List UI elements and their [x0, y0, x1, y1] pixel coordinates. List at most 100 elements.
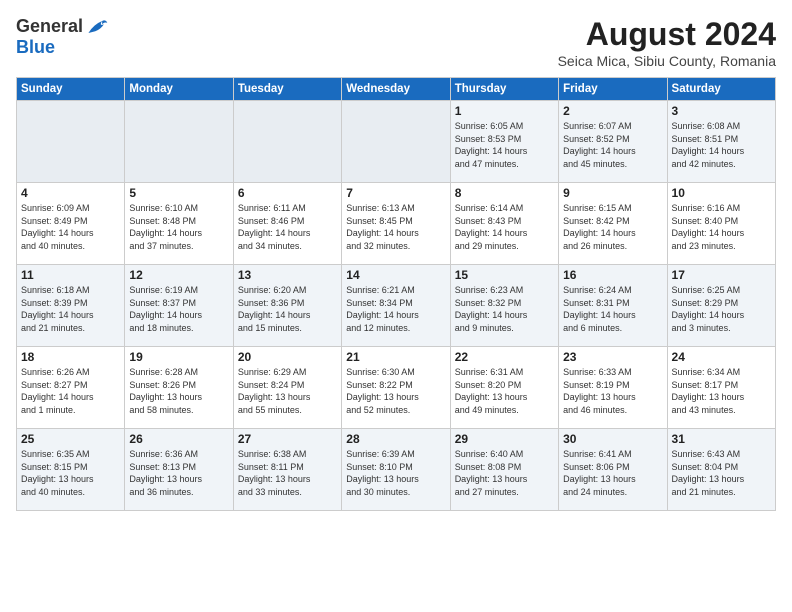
- day-cell-11: 11 Sunrise: 6:18 AM Sunset: 8:39 PM Dayli…: [17, 265, 125, 347]
- day-cell-4: 4Sunrise: 6:09 AM Sunset: 8:49 PM Daylig…: [17, 183, 125, 265]
- col-monday: Monday: [125, 78, 233, 101]
- calendar-table: Sunday Monday Tuesday Wednesday Thursday…: [16, 77, 776, 511]
- day-number: 12: [129, 268, 228, 282]
- day-number: 14: [346, 268, 445, 282]
- empty-cell: [125, 101, 233, 183]
- day-info: Sunrise: 6:18 AM Sunset: 8:39 PM Dayligh…: [21, 284, 120, 334]
- location: Seica Mica, Sibiu County, Romania: [558, 53, 776, 69]
- week-row-1: 1 Sunrise: 6:05 AM Sunset: 8:53 PM Daylig…: [17, 101, 776, 183]
- week-row-4: 18Sunrise: 6:26 AM Sunset: 8:27 PM Dayli…: [17, 347, 776, 429]
- day-info: Sunrise: 6:38 AM Sunset: 8:11 PM Dayligh…: [238, 448, 337, 498]
- day-info: Sunrise: 6:30 AM Sunset: 8:22 PM Dayligh…: [346, 366, 445, 416]
- day-number: 28: [346, 432, 445, 446]
- day-cell-9: 9Sunrise: 6:15 AM Sunset: 8:42 PM Daylig…: [559, 183, 667, 265]
- logo-bird-icon: [85, 17, 109, 37]
- day-cell-30: 30 Sunrise: 6:41 AM Sunset: 8:06 PM Dayli…: [559, 429, 667, 511]
- col-friday: Friday: [559, 78, 667, 101]
- day-number: 30: [563, 432, 662, 446]
- day-info: Sunrise: 6:16 AM Sunset: 8:40 PM Dayligh…: [672, 202, 771, 252]
- day-info: Sunrise: 6:23 AM Sunset: 8:32 PM Dayligh…: [455, 284, 554, 334]
- day-info: Sunrise: 6:11 AM Sunset: 8:46 PM Dayligh…: [238, 202, 337, 252]
- day-number: 1: [455, 104, 554, 118]
- day-cell-1: 1 Sunrise: 6:05 AM Sunset: 8:53 PM Daylig…: [450, 101, 558, 183]
- day-cell-5: 5Sunrise: 6:10 AM Sunset: 8:48 PM Daylig…: [125, 183, 233, 265]
- day-cell-3: 3 Sunrise: 6:08 AM Sunset: 8:51 PM Daylig…: [667, 101, 775, 183]
- day-info: Sunrise: 6:41 AM Sunset: 8:06 PM Dayligh…: [563, 448, 662, 498]
- day-cell-19: 19Sunrise: 6:28 AM Sunset: 8:26 PM Dayli…: [125, 347, 233, 429]
- logo-blue-text: Blue: [16, 37, 55, 57]
- day-info: Sunrise: 6:05 AM Sunset: 8:53 PM Dayligh…: [455, 120, 554, 170]
- day-info: Sunrise: 6:19 AM Sunset: 8:37 PM Dayligh…: [129, 284, 228, 334]
- day-number: 10: [672, 186, 771, 200]
- day-info: Sunrise: 6:28 AM Sunset: 8:26 PM Dayligh…: [129, 366, 228, 416]
- day-info: Sunrise: 6:08 AM Sunset: 8:51 PM Dayligh…: [672, 120, 771, 170]
- day-number: 26: [129, 432, 228, 446]
- day-number: 16: [563, 268, 662, 282]
- day-info: Sunrise: 6:39 AM Sunset: 8:10 PM Dayligh…: [346, 448, 445, 498]
- day-cell-20: 20 Sunrise: 6:29 AM Sunset: 8:24 PM Dayli…: [233, 347, 341, 429]
- day-number: 29: [455, 432, 554, 446]
- day-info: Sunrise: 6:09 AM Sunset: 8:49 PM Dayligh…: [21, 202, 120, 252]
- day-info: Sunrise: 6:34 AM Sunset: 8:17 PM Dayligh…: [672, 366, 771, 416]
- day-info: Sunrise: 6:25 AM Sunset: 8:29 PM Dayligh…: [672, 284, 771, 334]
- day-cell-12: 12 Sunrise: 6:19 AM Sunset: 8:37 PM Dayli…: [125, 265, 233, 347]
- day-cell-27: 27 Sunrise: 6:38 AM Sunset: 8:11 PM Dayli…: [233, 429, 341, 511]
- day-info: Sunrise: 6:33 AM Sunset: 8:19 PM Dayligh…: [563, 366, 662, 416]
- day-cell-2: 2Sunrise: 6:07 AM Sunset: 8:52 PM Daylig…: [559, 101, 667, 183]
- day-cell-28: 28 Sunrise: 6:39 AM Sunset: 8:10 PM Dayli…: [342, 429, 450, 511]
- page: General Blue August 2024 Seica Mica, Sib…: [0, 0, 792, 612]
- day-cell-13: 13 Sunrise: 6:20 AM Sunset: 8:36 PM Dayli…: [233, 265, 341, 347]
- day-number: 20: [238, 350, 337, 364]
- day-number: 22: [455, 350, 554, 364]
- day-number: 17: [672, 268, 771, 282]
- day-info: Sunrise: 6:43 AM Sunset: 8:04 PM Dayligh…: [672, 448, 771, 498]
- day-cell-10: 10 Sunrise: 6:16 AM Sunset: 8:40 PM Dayli…: [667, 183, 775, 265]
- day-number: 13: [238, 268, 337, 282]
- logo: General Blue: [16, 16, 109, 58]
- day-number: 8: [455, 186, 554, 200]
- day-cell-23: 23Sunrise: 6:33 AM Sunset: 8:19 PM Dayli…: [559, 347, 667, 429]
- day-info: Sunrise: 6:26 AM Sunset: 8:27 PM Dayligh…: [21, 366, 120, 416]
- day-info: Sunrise: 6:14 AM Sunset: 8:43 PM Dayligh…: [455, 202, 554, 252]
- day-cell-25: 25 Sunrise: 6:35 AM Sunset: 8:15 PM Dayli…: [17, 429, 125, 511]
- day-cell-31: 31 Sunrise: 6:43 AM Sunset: 8:04 PM Dayli…: [667, 429, 775, 511]
- day-cell-7: 7 Sunrise: 6:13 AM Sunset: 8:45 PM Daylig…: [342, 183, 450, 265]
- day-cell-8: 8 Sunrise: 6:14 AM Sunset: 8:43 PM Daylig…: [450, 183, 558, 265]
- logo-general-text: General: [16, 16, 83, 37]
- day-info: Sunrise: 6:07 AM Sunset: 8:52 PM Dayligh…: [563, 120, 662, 170]
- day-number: 31: [672, 432, 771, 446]
- day-number: 5: [129, 186, 228, 200]
- day-info: Sunrise: 6:36 AM Sunset: 8:13 PM Dayligh…: [129, 448, 228, 498]
- day-number: 21: [346, 350, 445, 364]
- empty-cell: [342, 101, 450, 183]
- week-row-2: 4Sunrise: 6:09 AM Sunset: 8:49 PM Daylig…: [17, 183, 776, 265]
- day-info: Sunrise: 6:20 AM Sunset: 8:36 PM Dayligh…: [238, 284, 337, 334]
- week-row-5: 25 Sunrise: 6:35 AM Sunset: 8:15 PM Dayli…: [17, 429, 776, 511]
- col-tuesday: Tuesday: [233, 78, 341, 101]
- day-number: 11: [21, 268, 120, 282]
- day-number: 7: [346, 186, 445, 200]
- day-info: Sunrise: 6:35 AM Sunset: 8:15 PM Dayligh…: [21, 448, 120, 498]
- day-cell-21: 21 Sunrise: 6:30 AM Sunset: 8:22 PM Dayli…: [342, 347, 450, 429]
- day-number: 3: [672, 104, 771, 118]
- day-number: 6: [238, 186, 337, 200]
- day-cell-14: 14Sunrise: 6:21 AM Sunset: 8:34 PM Dayli…: [342, 265, 450, 347]
- day-info: Sunrise: 6:29 AM Sunset: 8:24 PM Dayligh…: [238, 366, 337, 416]
- day-number: 27: [238, 432, 337, 446]
- header: General Blue August 2024 Seica Mica, Sib…: [16, 16, 776, 69]
- calendar-header-row: Sunday Monday Tuesday Wednesday Thursday…: [17, 78, 776, 101]
- title-block: August 2024 Seica Mica, Sibiu County, Ro…: [558, 16, 776, 69]
- day-number: 25: [21, 432, 120, 446]
- col-sunday: Sunday: [17, 78, 125, 101]
- col-saturday: Saturday: [667, 78, 775, 101]
- day-info: Sunrise: 6:31 AM Sunset: 8:20 PM Dayligh…: [455, 366, 554, 416]
- day-number: 9: [563, 186, 662, 200]
- day-info: Sunrise: 6:13 AM Sunset: 8:45 PM Dayligh…: [346, 202, 445, 252]
- day-cell-29: 29 Sunrise: 6:40 AM Sunset: 8:08 PM Dayli…: [450, 429, 558, 511]
- day-number: 24: [672, 350, 771, 364]
- empty-cell: [17, 101, 125, 183]
- day-info: Sunrise: 6:40 AM Sunset: 8:08 PM Dayligh…: [455, 448, 554, 498]
- day-cell-26: 26 Sunrise: 6:36 AM Sunset: 8:13 PM Dayli…: [125, 429, 233, 511]
- day-number: 15: [455, 268, 554, 282]
- day-info: Sunrise: 6:24 AM Sunset: 8:31 PM Dayligh…: [563, 284, 662, 334]
